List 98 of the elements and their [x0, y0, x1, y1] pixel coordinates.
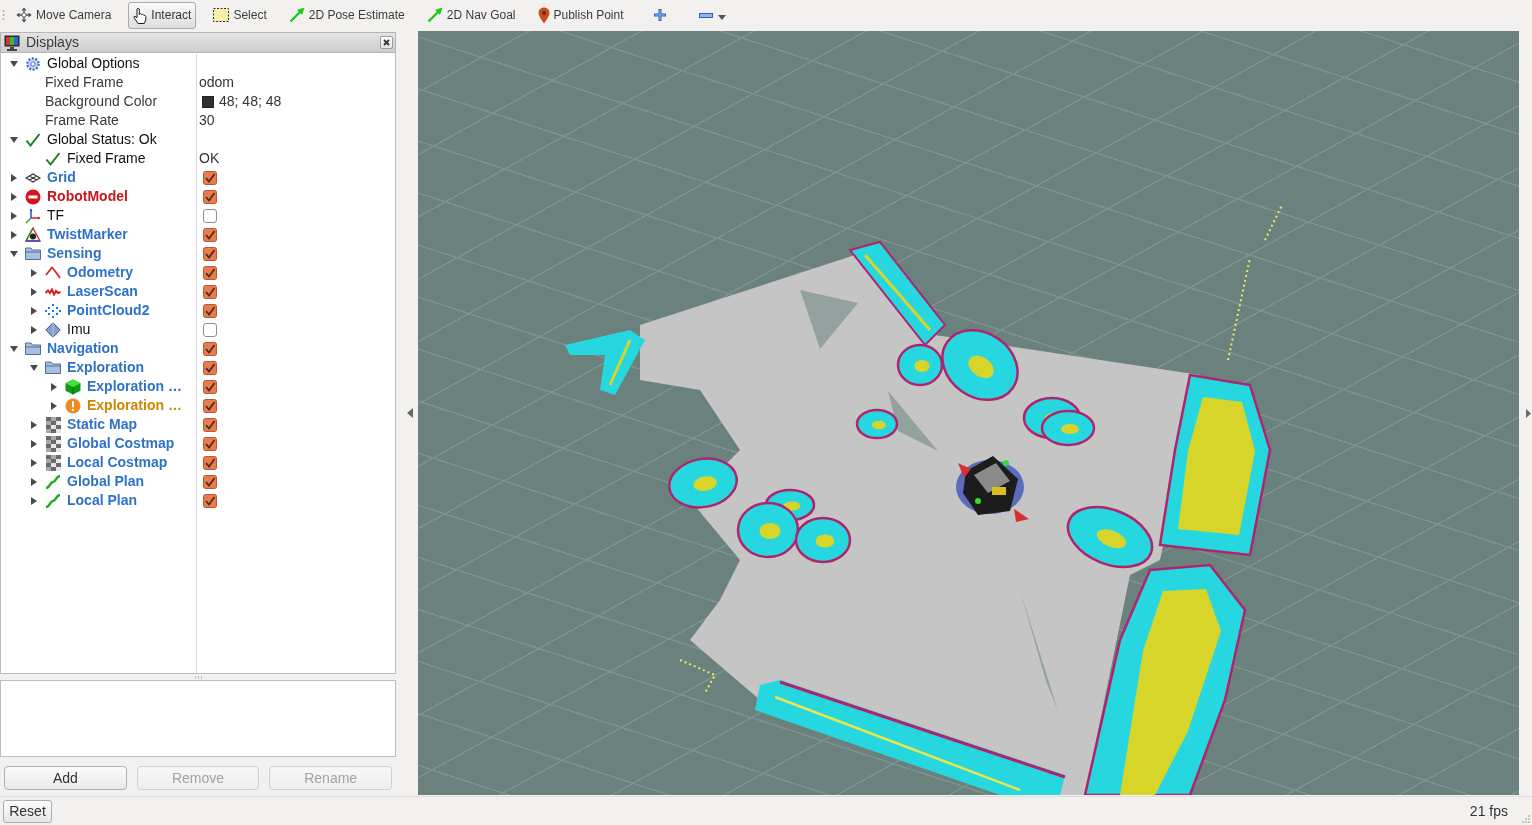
checkbox[interactable] — [203, 379, 217, 394]
tree-item-label[interactable]: Global Options — [47, 54, 140, 73]
caret-right-icon[interactable] — [31, 420, 37, 429]
property-name: Background Color — [45, 92, 158, 111]
panel-title: Displays — [26, 33, 79, 52]
checkbox[interactable] — [203, 246, 217, 261]
checkbox[interactable] — [203, 189, 217, 204]
checkbox[interactable] — [203, 455, 217, 470]
display-name[interactable]: Exploration … — [87, 377, 182, 396]
checkbox[interactable] — [203, 493, 217, 508]
reset-button[interactable]: Reset — [3, 799, 52, 823]
display-name[interactable]: Global Plan — [67, 472, 144, 491]
caret-right-icon[interactable] — [31, 458, 37, 467]
dotted-line — [1264, 204, 1283, 241]
caret-right-icon[interactable] — [11, 211, 17, 220]
checkbox[interactable] — [203, 284, 217, 299]
arrow-icon — [288, 7, 305, 23]
check-icon — [45, 151, 61, 166]
caret-right-icon[interactable] — [11, 230, 17, 239]
close-button[interactable] — [380, 36, 393, 49]
caret-down-icon[interactable] — [10, 136, 18, 143]
panel-button[interactable]: Add — [4, 766, 127, 790]
display-name[interactable]: Exploration — [67, 358, 144, 377]
caret-right-icon[interactable] — [51, 382, 57, 391]
caret-down-icon[interactable] — [30, 364, 38, 371]
display-name[interactable]: Global Costmap — [67, 434, 175, 453]
caret-right-icon[interactable] — [31, 268, 37, 277]
caret-right-icon[interactable] — [31, 477, 37, 486]
tool-button[interactable]: Interact — [128, 1, 197, 29]
caret-right-icon[interactable] — [31, 287, 37, 296]
display-name[interactable]: Local Costmap — [67, 453, 168, 472]
tool-button[interactable]: Move Camera — [11, 1, 117, 29]
checkbox[interactable] — [203, 360, 217, 375]
tree-item-label[interactable]: Global Status: Ok — [47, 130, 157, 149]
property-name: Fixed Frame — [45, 73, 124, 92]
property-value: 30 — [199, 111, 215, 130]
caret-down-icon[interactable] — [10, 60, 18, 67]
3d-viewport[interactable] — [418, 31, 1519, 795]
display-name[interactable]: Imu — [67, 320, 91, 339]
caret-right-icon[interactable] — [11, 192, 17, 201]
display-name[interactable]: Exploration … — [87, 396, 182, 415]
display-name[interactable]: RobotModel — [47, 187, 128, 206]
caret-left-icon[interactable] — [407, 408, 413, 418]
splitter-grip-icon[interactable] — [194, 675, 202, 679]
checkbox[interactable] — [203, 170, 217, 185]
dotted-line — [679, 659, 717, 694]
resize-grip-icon — [1521, 814, 1530, 823]
plus-icon[interactable] — [652, 8, 667, 22]
close-icon — [383, 39, 390, 46]
display-name[interactable]: Grid — [47, 168, 76, 187]
checkbox[interactable] — [203, 341, 217, 356]
dashed-rectangle-icon — [213, 8, 230, 22]
tool-button[interactable]: Publish Point — [532, 1, 629, 29]
caret-down-icon[interactable] — [10, 345, 18, 352]
checkbox[interactable] — [203, 265, 217, 280]
caret-down-icon[interactable] — [10, 250, 18, 257]
checkbox[interactable] — [203, 417, 217, 432]
property-value: odom — [199, 73, 235, 92]
display-name[interactable]: LaserScan — [67, 282, 138, 301]
grip-icon — [2, 9, 5, 21]
hand-icon — [133, 6, 148, 24]
move-arrows-icon — [16, 7, 32, 23]
tool-button[interactable]: 2D Nav Goal — [421, 1, 521, 29]
caret-down-icon[interactable] — [717, 14, 726, 20]
checkbox[interactable] — [203, 322, 217, 337]
caret-right-icon[interactable] — [31, 306, 37, 315]
checkbox[interactable] — [203, 474, 217, 489]
tree-item-label[interactable]: Fixed Frame — [67, 149, 146, 168]
caret-right-icon[interactable] — [31, 496, 37, 505]
fps-counter: 21 fps — [1469, 801, 1508, 821]
property-value: 48; 48; 48 — [219, 92, 282, 111]
minus-icon[interactable] — [698, 12, 713, 18]
display-name[interactable]: Static Map — [67, 415, 137, 434]
tool-button[interactable]: 2D Pose Estimate — [283, 1, 410, 29]
checkbox[interactable] — [203, 208, 217, 223]
caret-right-icon[interactable] — [31, 439, 37, 448]
monitor-icon — [4, 34, 20, 51]
property-name: Frame Rate — [45, 111, 119, 130]
caret-right-icon[interactable] — [1526, 408, 1531, 418]
property-value: OK — [199, 149, 220, 168]
display-name[interactable]: Local Plan — [67, 491, 138, 510]
tool-button[interactable]: Select — [208, 1, 272, 29]
display-name[interactable]: Navigation — [47, 339, 119, 358]
display-name[interactable]: Sensing — [47, 244, 102, 263]
caret-right-icon[interactable] — [51, 401, 57, 410]
map-pin-icon — [537, 6, 550, 24]
caret-right-icon[interactable] — [31, 325, 37, 334]
checkbox[interactable] — [203, 303, 217, 318]
check-icon — [25, 132, 41, 147]
checkbox[interactable] — [203, 227, 217, 242]
display-name[interactable]: TF — [47, 206, 65, 225]
caret-right-icon[interactable] — [11, 173, 17, 182]
checkbox[interactable] — [203, 398, 217, 413]
display-name[interactable]: Odometry — [67, 263, 134, 282]
display-name[interactable]: PointCloud2 — [67, 301, 150, 320]
display-name[interactable]: TwistMarker — [47, 225, 128, 244]
checkbox[interactable] — [203, 436, 217, 451]
arrow-icon — [426, 7, 443, 23]
